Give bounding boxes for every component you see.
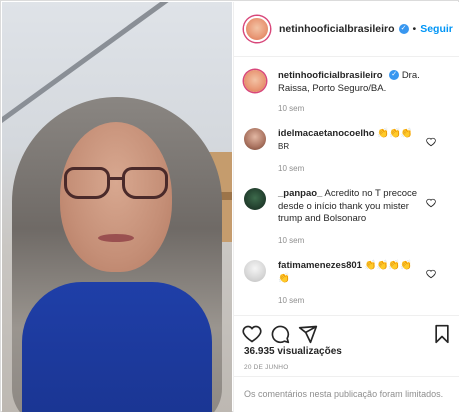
comment-body: idelmacaetanocoelho 👏👏👏 BR (278, 128, 428, 153)
comment-avatar[interactable] (244, 188, 266, 210)
author-username[interactable]: netinhooficialbrasileiro (279, 23, 395, 35)
comments-limited-notice: Os comentários nesta publicação foram li… (234, 376, 459, 412)
author-avatar[interactable] (244, 16, 270, 42)
comment-icon[interactable] (270, 324, 290, 344)
verified-icon: ✓ (398, 24, 409, 34)
bookmark-icon[interactable] (432, 324, 452, 344)
comment-time[interactable]: 10 sem (278, 164, 304, 173)
instagram-post-window: netinhooficialbrasileiro ✓ • Seguir neti… (0, 0, 459, 412)
post-header: netinhooficialbrasileiro ✓ • Seguir (234, 2, 459, 57)
comment-username[interactable]: idelmacaetanocoelho (278, 128, 375, 139)
comment-body: _panpao_ Acredito no T precoce desde o i… (278, 188, 428, 226)
comment-subtext: BR (278, 141, 290, 151)
comments-list: netinhooficialbrasileiro ✓ Dra. Raissa, … (234, 58, 459, 314)
comment-username[interactable]: _panpao_ (278, 188, 322, 199)
person-mouth (98, 234, 134, 242)
comment-time[interactable]: 10 sem (278, 296, 304, 305)
comment-avatar[interactable] (244, 128, 266, 150)
like-comment-heart-icon[interactable] (426, 266, 436, 279)
post-video[interactable] (2, 2, 232, 412)
verified-icon: ✓ (389, 70, 400, 81)
share-icon[interactable] (298, 324, 318, 344)
like-comment-heart-icon[interactable] (426, 134, 436, 147)
comment-body: fatimamenezes801 👏👏👏👏👏 (278, 260, 418, 285)
caption-username[interactable]: netinhooficialbrasileiro (278, 70, 383, 81)
caption-time[interactable]: 10 sem (278, 104, 304, 113)
post-date[interactable]: 20 DE JUNHO (244, 364, 288, 371)
caption-avatar[interactable] (244, 70, 266, 92)
heart-icon[interactable] (242, 324, 262, 344)
comment-time[interactable]: 10 sem (278, 236, 304, 245)
person-glasses (64, 167, 168, 201)
caption-body: netinhooficialbrasileiro ✓ Dra. Raissa, … (278, 70, 428, 95)
person-shirt (22, 282, 212, 412)
comment-avatar[interactable] (244, 260, 266, 282)
post-side-panel: netinhooficialbrasileiro ✓ • Seguir neti… (233, 2, 459, 412)
follow-button[interactable]: Seguir (420, 23, 453, 35)
comment-text: 👏👏👏 (377, 128, 413, 139)
header-separator: • (412, 23, 417, 35)
views-count[interactable]: 36.935 visualizações (244, 346, 342, 357)
like-comment-heart-icon[interactable] (426, 195, 436, 208)
comment-username[interactable]: fatimamenezes801 (278, 260, 362, 271)
